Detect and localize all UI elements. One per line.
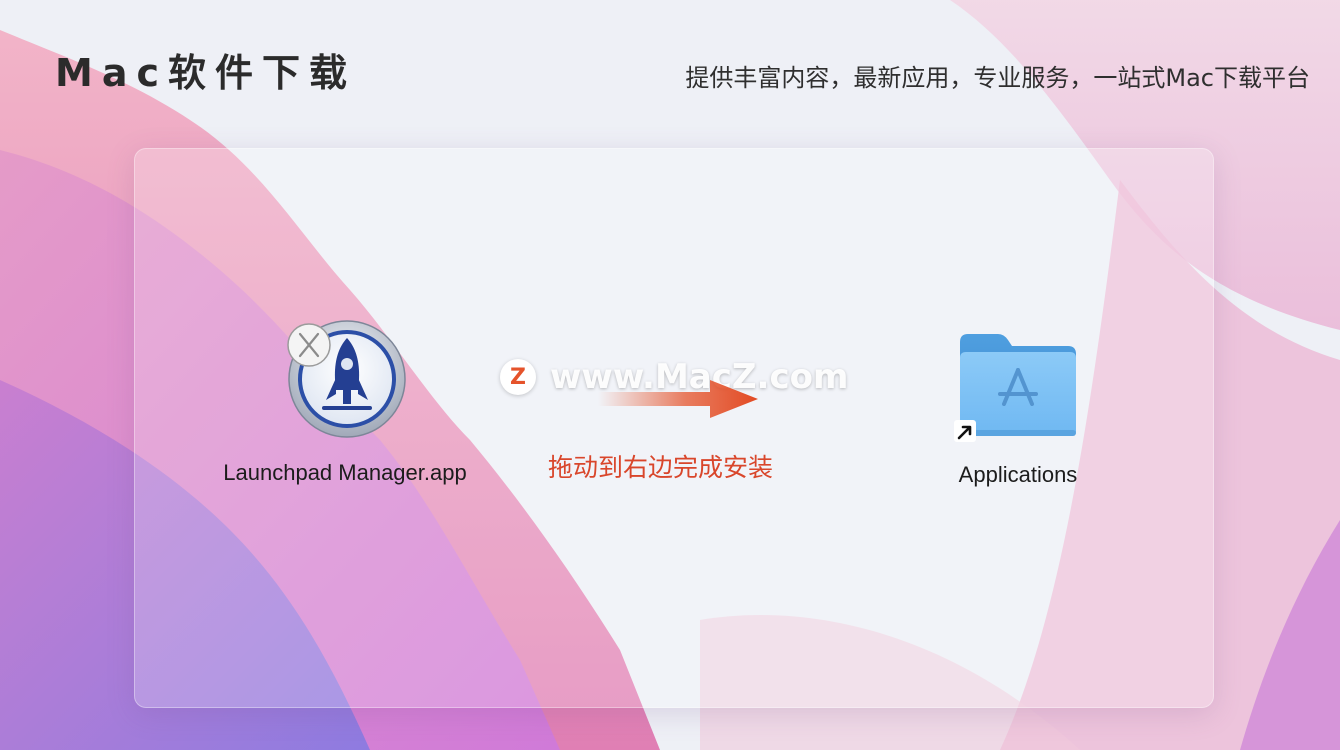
app-bundle-item[interactable]: Launchpad Manager.app (190, 318, 500, 498)
applications-folder-item[interactable]: Applications (930, 330, 1106, 500)
app-bundle-label: Launchpad Manager.app (223, 460, 467, 485)
drag-instruction: 拖动到右边完成安装 (548, 453, 774, 482)
desktop-stage: Mac软件下载 提供丰富内容，最新应用，专业服务，一站式Mac下载平台 Laun… (0, 0, 1340, 750)
alias-arrow-icon (954, 420, 976, 442)
brand-slogan: 提供丰富内容，最新应用，专业服务，一站式Mac下载平台 (685, 64, 1310, 92)
watermark-logo: Z (500, 359, 536, 395)
applications-label: Applications (958, 462, 1078, 487)
close-badge-icon[interactable] (286, 322, 332, 368)
brand-title: Mac软件下载 (55, 51, 356, 95)
drag-arrow-icon (598, 380, 758, 418)
